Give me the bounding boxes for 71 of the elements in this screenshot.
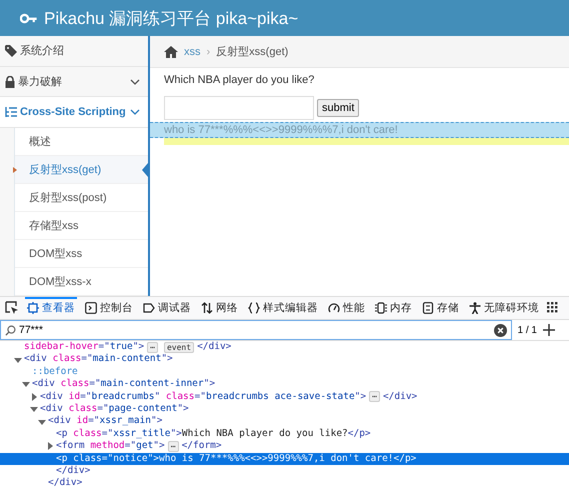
sidebar-item[interactable]: 系统介绍	[0, 36, 148, 67]
submenu-item[interactable]: 反射型xss(post)	[15, 184, 148, 212]
code-line[interactable]: <div id="breadcrumbs" class="breadcrumbs ace-save-state">	[40, 390, 366, 403]
breadcrumb-separator: ›	[206, 46, 210, 58]
toggle-icon[interactable]	[38, 418, 46, 426]
node-badge[interactable]: event	[164, 342, 194, 353]
devtools-tab[interactable]: 样式编辑器	[246, 297, 320, 319]
inspector-icon	[27, 302, 39, 314]
lock-icon	[5, 76, 15, 88]
site-title: Pikachu 漏洞练习平台 pika~pika~	[44, 8, 298, 30]
code-line[interactable]: </div>	[56, 464, 90, 478]
document-icon	[422, 302, 434, 314]
toggle-icon[interactable]	[30, 405, 38, 414]
code-line[interactable]: <div class="main-content-inner">	[32, 378, 216, 391]
match-count: 1 / 1	[518, 324, 537, 336]
devtools-tab[interactable]: 调试器	[141, 297, 193, 319]
code-line[interactable]: <div class="main-content">	[24, 353, 173, 366]
code-line[interactable]: <div id="xssr_main">	[48, 415, 162, 428]
submit-button[interactable]: submit	[317, 99, 360, 117]
sidebar-item[interactable]: Cross-Site Scripting	[0, 97, 148, 128]
toggle-icon[interactable]	[46, 442, 54, 450]
add-icon[interactable]	[543, 324, 555, 336]
closing-tag: </div>	[382, 390, 418, 403]
caret-icon	[13, 166, 17, 173]
devtools-tab[interactable]: 无障碍环境	[467, 297, 541, 319]
node-badge[interactable]: ⋯	[147, 342, 158, 353]
devtools-tab[interactable]: 性能	[326, 297, 367, 319]
search-field[interactable]: 77***	[0, 320, 512, 340]
toggle-icon[interactable]	[30, 392, 38, 401]
search-icon	[5, 324, 16, 336]
closing-tag: </div>	[197, 341, 232, 354]
question-text: Which NBA player do you like?	[164, 74, 316, 86]
toggle-icon[interactable]	[14, 356, 22, 364]
home-icon[interactable]	[164, 46, 178, 58]
braces-icon	[248, 302, 260, 314]
submenu-item[interactable]: DOM型xss-x	[15, 268, 148, 296]
devtools-tab[interactable]: 控制台	[83, 297, 135, 319]
devtools-tab[interactable]: 查看器	[25, 297, 77, 319]
breadcrumb-current: 反射型xss(get)	[216, 45, 288, 59]
submenu-item[interactable]: 存储型xss	[15, 212, 148, 240]
clear-icon[interactable]	[494, 324, 507, 336]
devtools-tab[interactable]: 存储	[420, 297, 461, 319]
chip-icon	[375, 302, 387, 314]
key-icon	[20, 12, 38, 24]
gauge-icon	[328, 302, 340, 314]
arrows-icon	[201, 302, 213, 314]
code-line[interactable]: <p class="xssr_title">Which NBA player do you like?</p>	[56, 428, 371, 440]
chevron-icon	[130, 78, 140, 84]
node-badge[interactable]: ⋯	[168, 440, 179, 452]
label-icon	[143, 302, 155, 314]
code-line[interactable]: sidebar-hover="true">	[24, 341, 144, 354]
input-field[interactable]	[164, 96, 314, 120]
code-line[interactable]: ::before	[32, 366, 78, 378]
console-icon	[85, 302, 97, 314]
picker-icon[interactable]	[5, 301, 19, 315]
code-line[interactable]: </div>	[48, 477, 82, 490]
node-badge[interactable]: ⋯	[369, 391, 380, 402]
code-line[interactable]: <form method="get">	[56, 440, 165, 453]
devtools-tab[interactable]: 内存	[373, 297, 414, 319]
more-tools-icon[interactable]	[547, 302, 559, 314]
notice-text: who is 77***%%%<<>>9999%%%7,i don't care!	[150, 122, 569, 138]
code-line[interactable]: <div class="page-content">	[40, 402, 189, 416]
list-icon	[5, 106, 17, 118]
tag-icon	[5, 44, 17, 57]
closing-tag: </form>	[182, 440, 222, 453]
person-icon	[469, 302, 481, 314]
chevron-icon	[130, 109, 140, 116]
submenu-item[interactable]: DOM型xss	[15, 240, 148, 268]
devtools-tab[interactable]: 网络	[199, 297, 240, 319]
submenu-item[interactable]: 反射型xss(get)	[15, 156, 148, 184]
toggle-icon[interactable]	[22, 380, 30, 388]
